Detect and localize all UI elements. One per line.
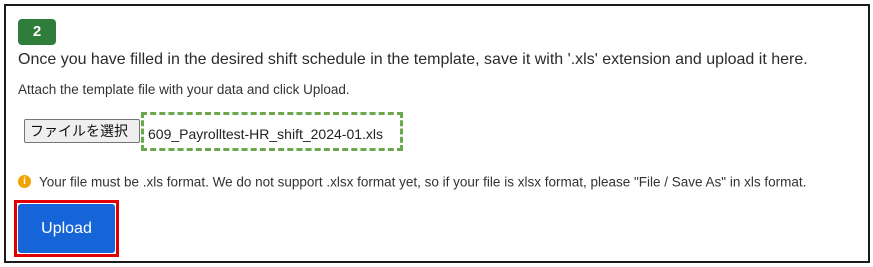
warning-text: Your file must be .xls format. We do not… (39, 174, 807, 190)
format-warning: i Your file must be .xls format. We do no… (18, 173, 806, 191)
instruction-text: Once you have filled in the desired shif… (18, 51, 808, 68)
selected-file-name: 609_Payrolltest-HR_shift_2024-01.xls (148, 126, 384, 142)
upload-panel: 2 Once you have filled in the desired sh… (4, 4, 870, 263)
info-icon: i (18, 175, 31, 189)
choose-file-button[interactable]: ファイルを選択 (24, 119, 140, 143)
upload-button[interactable]: Upload (18, 204, 115, 253)
hint-text: Attach the template file with your data … (18, 82, 350, 97)
step-badge: 2 (18, 19, 56, 45)
